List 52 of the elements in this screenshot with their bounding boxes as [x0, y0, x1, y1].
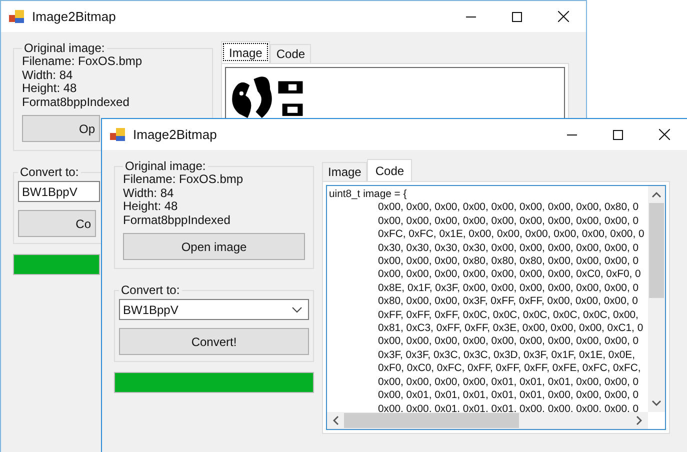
group-label: Original image: — [124, 159, 207, 173]
chevron-left-icon[interactable] — [333, 416, 339, 425]
scroll-thumb[interactable] — [649, 203, 664, 298]
code-line: 0x00, 0x00, 0x00, 0x80, 0x80, 0x80, 0x00, 0x00, 0x00, 0 — [377, 255, 640, 268]
group-label: Original image: — [23, 41, 106, 55]
chevron-up-icon[interactable] — [652, 192, 661, 198]
code-line: 0x80, 0x00, 0x00, 0x3F, 0xFF, 0xFF, 0x00, 0x00, 0x00, 0 — [377, 295, 639, 309]
open-image-button[interactable]: Open image — [123, 233, 305, 260]
code-line: 0x00, 0x00, 0x00, 0x00, 0x01, 0x01, 0x01, 0x00, 0x00, 0 — [377, 376, 640, 390]
maximize-icon — [613, 130, 623, 140]
code-line: 0x00, 0x00, 0x00, 0x00, 0x00, 0x00, 0x00, 0x00, 0x00, 0 — [377, 335, 640, 349]
app-icon — [9, 10, 25, 24]
code-line: 0x3F, 0x3F, 0x3C, 0x3C, 0x3D, 0x3F, 0x1F, 0x1E, 0x0E, — [377, 348, 636, 362]
code-line: 0x00, 0x00, 0x00, 0x00, 0x00, 0x00, 0x00, 0xC0, 0xF0, 0 — [377, 268, 642, 282]
code-line: 0x30, 0x30, 0x30, 0x30, 0x00, 0x00, 0x00, 0x00, 0x00, 0 — [377, 242, 640, 256]
info-text: Format8bppIndexed — [123, 214, 232, 227]
code-textbox[interactable] — [326, 185, 666, 430]
code-line: 0xF0, 0xC0, 0xFC, 0xFF, 0xFF, 0xFF, 0xFE, 0xFC, 0xFC, — [377, 362, 642, 376]
maximize-icon — [512, 12, 522, 22]
close-icon — [558, 11, 568, 22]
code-line: 0xFF, 0xFF, 0xFF, 0x0C, 0x0C, 0x0C, 0x0C, 0x0C, 0x00, — [377, 308, 640, 322]
tab[interactable]: Image — [322, 162, 368, 181]
group-label: Convert to: — [120, 283, 181, 297]
info-text: Width: 84 — [123, 186, 175, 200]
code-line: 0xFC, 0xFC, 0x1E, 0x00, 0x00, 0x00, 0x00, 0x00, 0x00, 0 — [377, 228, 646, 242]
chevron-down-icon — [292, 306, 302, 312]
format-dropdown[interactable]: BW1BppV — [119, 299, 309, 320]
code-line: 0x00, 0x00, 0x01, 0x01, 0x01, 0x00, 0x00, 0x00, 0x00, 0 — [377, 402, 640, 416]
info-text: Width: 84 — [22, 68, 74, 82]
tab[interactable]: Code — [367, 159, 412, 181]
chevron-right-icon[interactable] — [636, 416, 642, 425]
code-line: 0x00, 0x00, 0x00, 0x00, 0x00, 0x00, 0x00, 0x00, 0x80, 0 — [377, 201, 640, 215]
code-line: 0x81, 0xC3, 0xFF, 0xFF, 0x3E, 0x00, 0x00, 0x00, 0xC1, 0 — [377, 322, 644, 336]
window-title: Image2Bitmap — [133, 127, 217, 142]
info-text: Height: 48 — [123, 200, 179, 214]
info-text: Filename: FoxOS.bmp — [123, 173, 244, 186]
vertical-scrollbar[interactable] — [648, 186, 665, 412]
info-text: Height: 48 — [22, 82, 78, 96]
code-line: uint8_t image = { — [329, 188, 408, 202]
close-icon — [658, 129, 670, 140]
horizontal-scrollbar[interactable] — [327, 412, 648, 429]
app-icon — [110, 128, 126, 142]
info-text: Format8bppIndexed — [22, 96, 130, 109]
code-line: 0x00, 0x00, 0x00, 0x00, 0x00, 0x00, 0x00, 0x00, 0x00, 0 — [377, 214, 640, 228]
chevron-down-icon[interactable] — [652, 400, 661, 406]
group-label: Convert to: — [19, 165, 80, 179]
code-line: 0x8E, 0x1F, 0x3F, 0x00, 0x00, 0x00, 0x00, 0x00, 0x00, 0 — [377, 282, 640, 296]
scroll-thumb[interactable] — [344, 413, 519, 428]
code-line: 0x00, 0x01, 0x01, 0x01, 0x01, 0x01, 0x00, 0x00, 0x00, 0 — [377, 389, 640, 402]
convert-button[interactable]: Convert! — [119, 328, 309, 355]
info-text: Filename: FoxOS.bmp — [22, 55, 144, 68]
window-title: Image2Bitmap — [32, 9, 116, 24]
